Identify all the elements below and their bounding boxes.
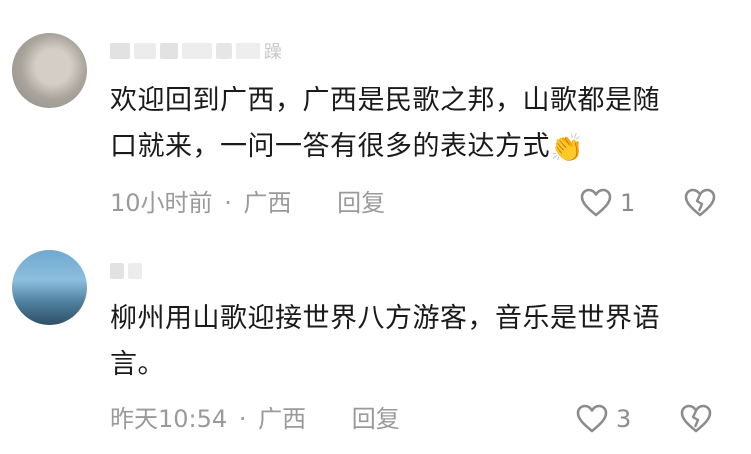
avatar[interactable] [12,250,87,325]
comment-meta: 昨天10:54 · 广西 回复 [110,402,400,436]
broken-heart-icon [684,188,716,218]
timestamp: 昨天10:54 [110,405,228,433]
location: 广西 [243,189,292,217]
username[interactable]: 躁 [110,38,283,63]
like-count: 1 [620,189,636,217]
comment-text: 欢迎回到广西，广西是民歌之邦，山歌都是随 口就来，一问一答有很多的表达方式👏 [110,78,731,170]
timestamp: 10小时前 [110,189,213,217]
comment-line: 柳州用山歌迎接世界八方游客，音乐是世界语 [110,303,660,334]
broken-heart-icon [680,404,712,434]
avatar[interactable] [12,33,87,108]
meta-separator: · [224,189,232,217]
dislike-button[interactable] [680,402,712,436]
comment-item: 躁 欢迎回到广西，广西是民歌之邦，山歌都是随 口就来，一问一答有很多的表达方式👏… [0,0,751,230]
heart-outline-icon [580,188,612,218]
heart-outline-icon [576,404,608,434]
like-count: 3 [616,405,632,433]
comment-text: 柳州用山歌迎接世界八方游客，音乐是世界语 言。 [110,296,731,388]
username-text: 躁 [264,42,283,63]
username[interactable] [110,260,146,282]
dislike-button[interactable] [684,186,716,220]
comment-item: 柳州用山歌迎接世界八方游客，音乐是世界语 言。 昨天10:54 · 广西 回复 … [0,230,751,454]
clap-emoji-icon: 👏 [550,133,585,164]
reply-button[interactable]: 回复 [352,405,400,433]
comment-line: 欢迎回到广西，广西是民歌之邦，山歌都是随 [110,85,660,116]
like-button[interactable]: 3 [576,402,631,436]
like-button[interactable]: 1 [580,186,635,220]
comment-line: 口就来，一问一答有很多的表达方式👏 [110,124,731,170]
meta-separator: · [238,405,247,433]
reply-button[interactable]: 回复 [337,189,385,217]
location: 广西 [258,405,307,433]
comment-line: 言。 [110,349,165,380]
comment-meta: 10小时前 · 广西 回复 [110,186,385,220]
comment-line-text: 口就来，一问一答有很多的表达方式 [110,131,550,162]
